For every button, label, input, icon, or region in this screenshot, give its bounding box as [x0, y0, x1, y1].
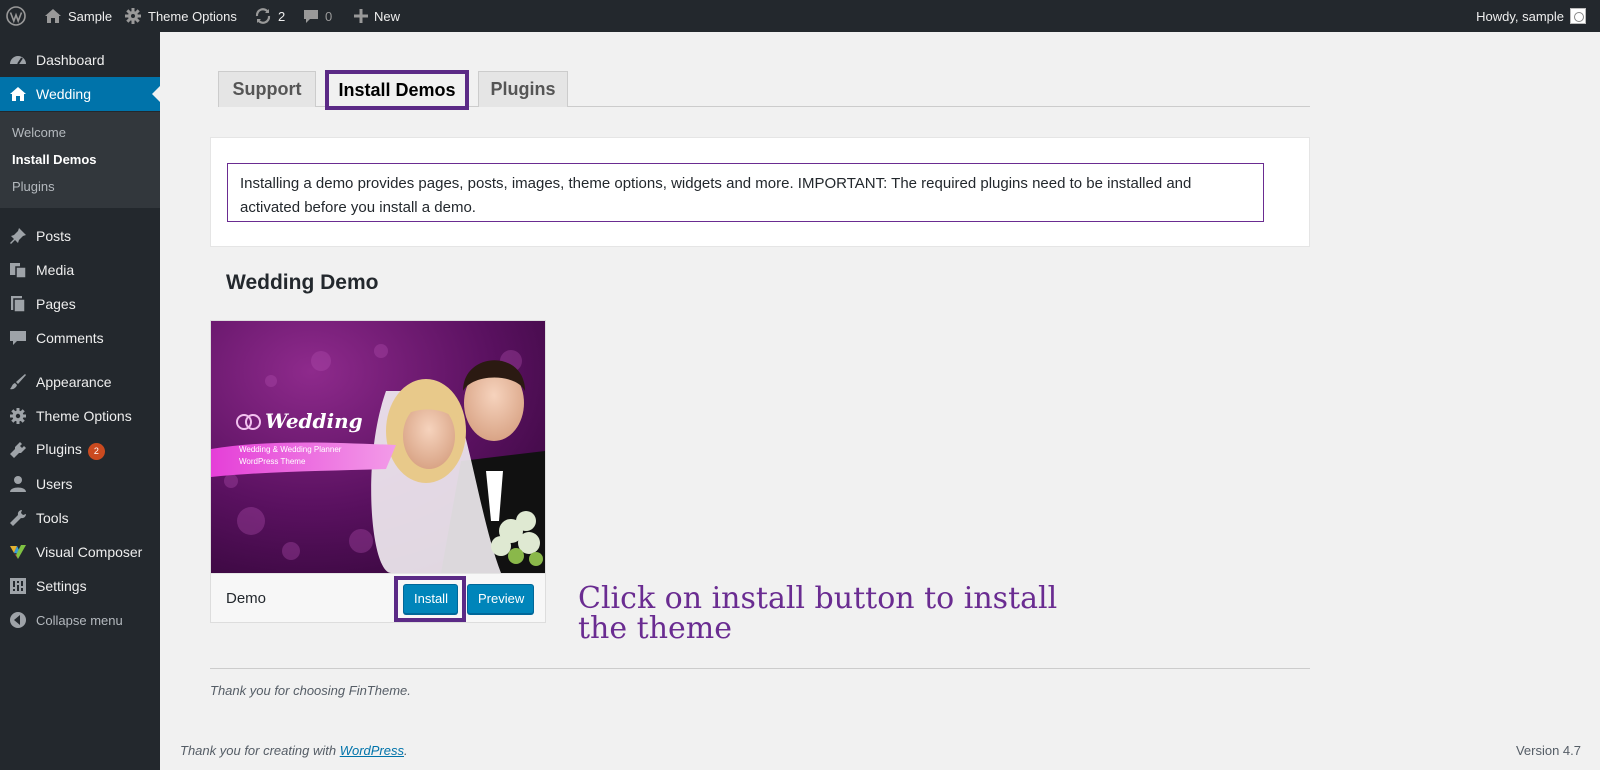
- sidebar-item-media[interactable]: Media: [0, 253, 160, 287]
- sidebar-item-visual-composer[interactable]: Visual Composer: [0, 535, 160, 569]
- wrench-icon: [10, 509, 27, 526]
- comments-count: 0: [325, 8, 333, 24]
- site-name-label: Sample: [68, 8, 113, 24]
- install-notice: Installing a demo provides pages, posts,…: [227, 163, 1264, 222]
- home-icon: [10, 87, 26, 101]
- account-menu[interactable]: Howdy, sample: [1476, 0, 1586, 32]
- info-panel: Installing a demo provides pages, posts,…: [210, 137, 1310, 247]
- settings-icon: [10, 578, 26, 594]
- howdy-label: Howdy, sample: [1476, 8, 1564, 24]
- new-label: New: [374, 8, 401, 24]
- callout-line-1: Click on install button to install: [578, 581, 1058, 616]
- new-content-link[interactable]: New: [354, 0, 400, 32]
- plus-icon: [354, 9, 368, 23]
- submenu-plugins[interactable]: Plugins: [12, 179, 55, 194]
- version-text: Version 4.7: [1515, 743, 1581, 758]
- divider: [210, 668, 1310, 669]
- admin-footer-text: Thank you for creating with WordPress.: [180, 743, 408, 758]
- sidebar-item-users[interactable]: Users: [0, 467, 160, 501]
- plugins-update-badge: 2: [87, 442, 105, 460]
- avatar: [1570, 8, 1586, 24]
- site-name-link[interactable]: Sample: [44, 0, 112, 32]
- sidebar-item-pages[interactable]: Pages: [0, 287, 160, 321]
- collapse-menu-button[interactable]: Collapse menu: [0, 603, 160, 637]
- comments-link[interactable]: 0: [303, 0, 332, 32]
- theme-options-label: Theme Options: [148, 8, 237, 24]
- pages-icon: [11, 296, 26, 313]
- tab-plugins[interactable]: Plugins: [478, 71, 568, 107]
- admin-sidebar: Dashboard Wedding Welcome Install Demos …: [0, 32, 160, 770]
- callout-line-2: the theme: [578, 611, 732, 646]
- collapse-icon: [10, 612, 26, 628]
- demo-card: Wedding Wedding & Wedding Planner WordPr…: [210, 320, 546, 623]
- tab-support[interactable]: Support: [218, 71, 316, 107]
- comment-icon: [304, 10, 318, 23]
- comment-icon: [10, 331, 26, 345]
- demo-card-footer: Demo Install Preview: [211, 573, 545, 622]
- media-icon: [10, 263, 27, 279]
- install-button[interactable]: Install: [403, 584, 458, 614]
- wordpress-link[interactable]: WordPress: [340, 743, 404, 758]
- theme-thanks-text: Thank you for choosing FinTheme.: [210, 683, 411, 698]
- wedding-submenu: Welcome Install Demos Plugins: [0, 112, 160, 208]
- visual-composer-icon: [10, 545, 26, 559]
- gear-icon: [10, 408, 26, 424]
- sidebar-item-theme-options[interactable]: Theme Options: [0, 399, 160, 433]
- submenu-install-demos[interactable]: Install Demos: [12, 152, 97, 167]
- pin-icon: [10, 228, 26, 244]
- sidebar-item-wedding[interactable]: Wedding: [0, 77, 160, 111]
- sidebar-item-dashboard[interactable]: Dashboard: [0, 43, 160, 77]
- demo-section-heading: Wedding Demo: [226, 271, 379, 294]
- thumbnail-subtitle-1: Wedding & Wedding Planner: [239, 445, 342, 454]
- admin-bar: Sample Theme Options 2 0 New Howdy, samp…: [0, 0, 1600, 32]
- tab-install-demos[interactable]: Install Demos: [325, 70, 469, 110]
- thumbnail-subtitle-2: WordPress Theme: [239, 457, 306, 466]
- preview-button[interactable]: Preview: [467, 584, 534, 614]
- sidebar-item-tools[interactable]: Tools: [0, 501, 160, 535]
- instruction-callout: Click on install button to install the t…: [578, 584, 1078, 644]
- sidebar-item-plugins[interactable]: Plugins 2: [0, 433, 160, 467]
- plugins-menu-label: Plugins 2: [36, 441, 105, 460]
- thumbnail-title: Wedding: [265, 409, 363, 433]
- home-icon: [45, 9, 61, 23]
- demo-thumbnail[interactable]: Wedding Wedding & Wedding Planner WordPr…: [211, 321, 545, 573]
- brush-icon: [10, 374, 26, 390]
- refresh-icon: [255, 8, 271, 24]
- updates-count: 2: [278, 8, 286, 24]
- tab-bar: Support Install Demos Plugins: [218, 70, 1310, 110]
- user-icon: [10, 476, 26, 492]
- plug-icon: [10, 442, 26, 458]
- sidebar-item-appearance[interactable]: Appearance: [0, 365, 160, 399]
- wordpress-logo-icon[interactable]: [6, 0, 26, 32]
- sidebar-item-settings[interactable]: Settings: [0, 569, 160, 603]
- sidebar-item-comments[interactable]: Comments: [0, 321, 160, 355]
- gear-icon: [125, 8, 141, 24]
- updates-link[interactable]: 2: [254, 0, 285, 32]
- theme-options-link[interactable]: Theme Options: [124, 0, 237, 32]
- dashboard-icon: [10, 56, 26, 65]
- demo-name: Demo: [226, 590, 267, 607]
- submenu-welcome[interactable]: Welcome: [12, 125, 66, 140]
- sidebar-item-posts[interactable]: Posts: [0, 219, 160, 253]
